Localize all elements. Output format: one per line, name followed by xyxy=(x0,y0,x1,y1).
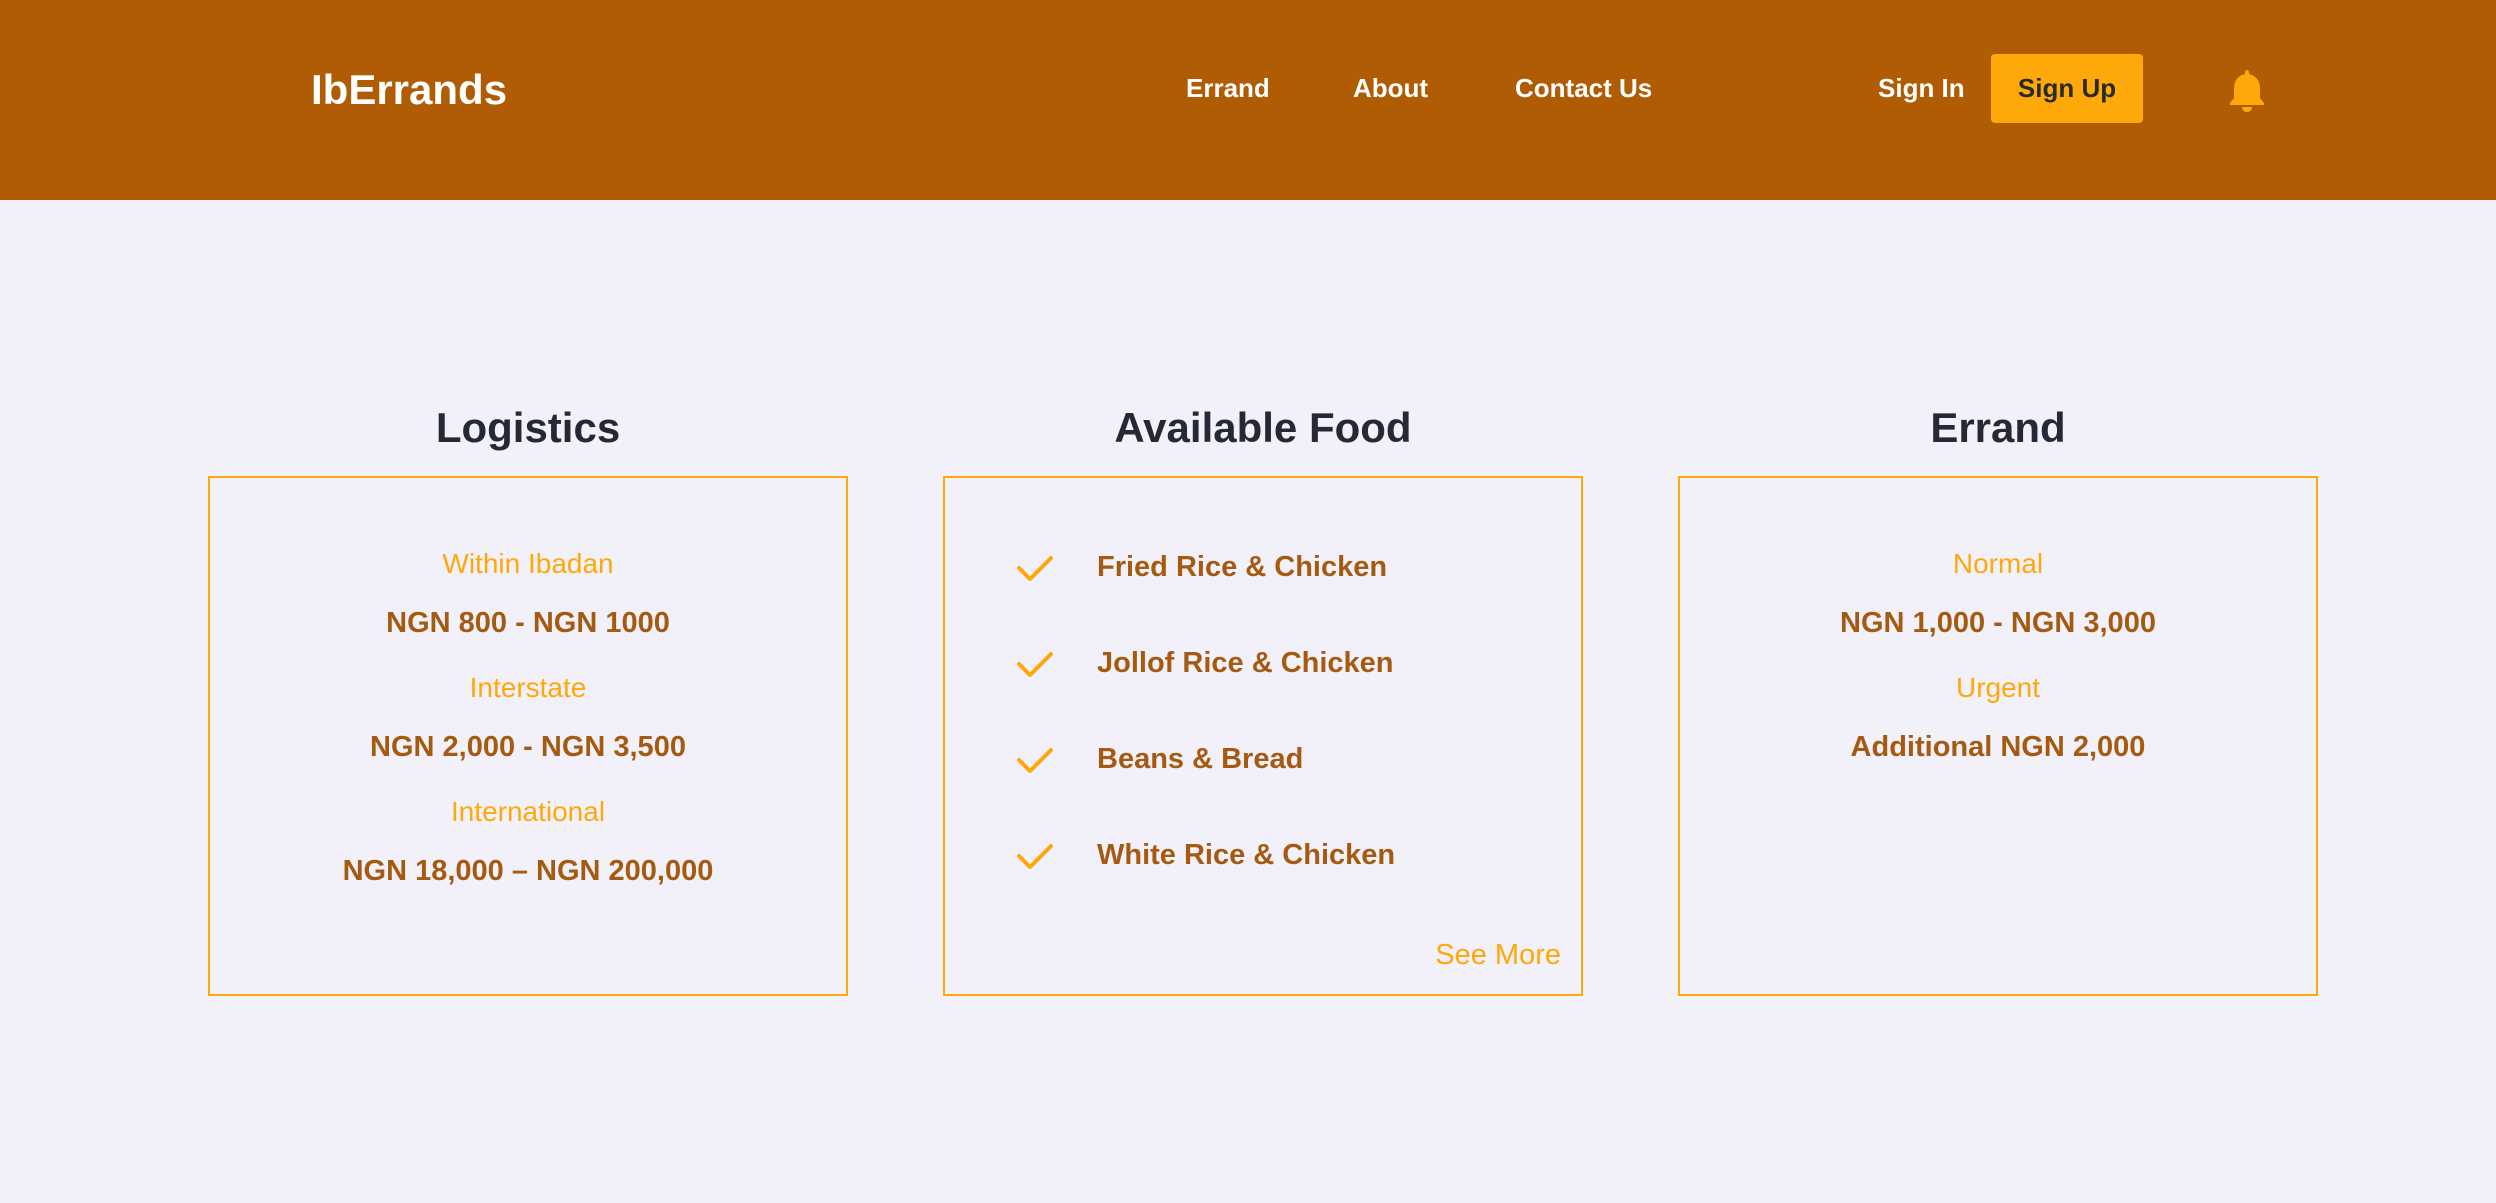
sign-in-link[interactable]: Sign In xyxy=(1878,70,1965,106)
check-icon xyxy=(1017,844,1053,869)
check-icon xyxy=(1017,748,1053,773)
brand-logo[interactable]: IbErrands xyxy=(311,62,507,118)
errand-card: Normal NGN 1,000 - NGN 3,000 Urgent Addi… xyxy=(1678,476,2318,996)
nav-link-contact[interactable]: Contact Us xyxy=(1515,70,1652,106)
food-list-item: Beans & Bread xyxy=(1015,734,1555,784)
nav-link-about[interactable]: About xyxy=(1353,70,1428,106)
food-list-item: Jollof Rice & Chicken xyxy=(1015,638,1555,688)
errand-label-urgent: Urgent xyxy=(1955,672,2041,703)
logistics-card: Within Ibadan NGN 800 - NGN 1000 Interst… xyxy=(208,476,848,996)
available-food-title: Available Food xyxy=(1114,404,1412,451)
food-item-name: White Rice & Chicken xyxy=(1097,839,1396,871)
food-list-item: Fried Rice & Chicken xyxy=(1015,542,1555,592)
sign-up-button[interactable]: Sign Up xyxy=(1991,54,2143,123)
logistics-label-within-ibadan: Within Ibadan xyxy=(442,548,614,579)
errand-title: Errand xyxy=(1930,404,2066,451)
see-more-link[interactable]: See More xyxy=(1435,936,1561,974)
errand-price-normal: NGN 1,000 - NGN 3,000 xyxy=(1840,607,2156,639)
logistics-title: Logistics xyxy=(435,404,621,451)
available-food-card: Fried Rice & Chicken Jollof Rice & Chick… xyxy=(943,476,1583,996)
logistics-label-international: International xyxy=(450,796,606,827)
logistics-price-international: NGN 18,000 – NGN 200,000 xyxy=(342,855,714,887)
check-icon xyxy=(1017,652,1053,677)
food-item-name: Fried Rice & Chicken xyxy=(1097,551,1388,583)
check-icon xyxy=(1017,556,1053,581)
errand-price-urgent: Additional NGN 2,000 xyxy=(1850,731,2146,763)
logistics-label-interstate: Interstate xyxy=(469,672,587,703)
nav-link-errand[interactable]: Errand xyxy=(1186,70,1270,106)
errand-label-normal: Normal xyxy=(1952,548,2044,579)
food-item-name: Jollof Rice & Chicken xyxy=(1097,647,1394,679)
food-list-item: White Rice & Chicken xyxy=(1015,830,1555,880)
top-nav-bar: IbErrands Errand About Contact Us Sign I… xyxy=(0,0,2496,200)
logistics-price-interstate: NGN 2,000 - NGN 3,500 xyxy=(370,731,686,763)
bell-icon[interactable] xyxy=(2228,68,2266,112)
logistics-price-within-ibadan: NGN 800 - NGN 1000 xyxy=(386,607,670,639)
food-item-name: Beans & Bread xyxy=(1097,743,1304,775)
